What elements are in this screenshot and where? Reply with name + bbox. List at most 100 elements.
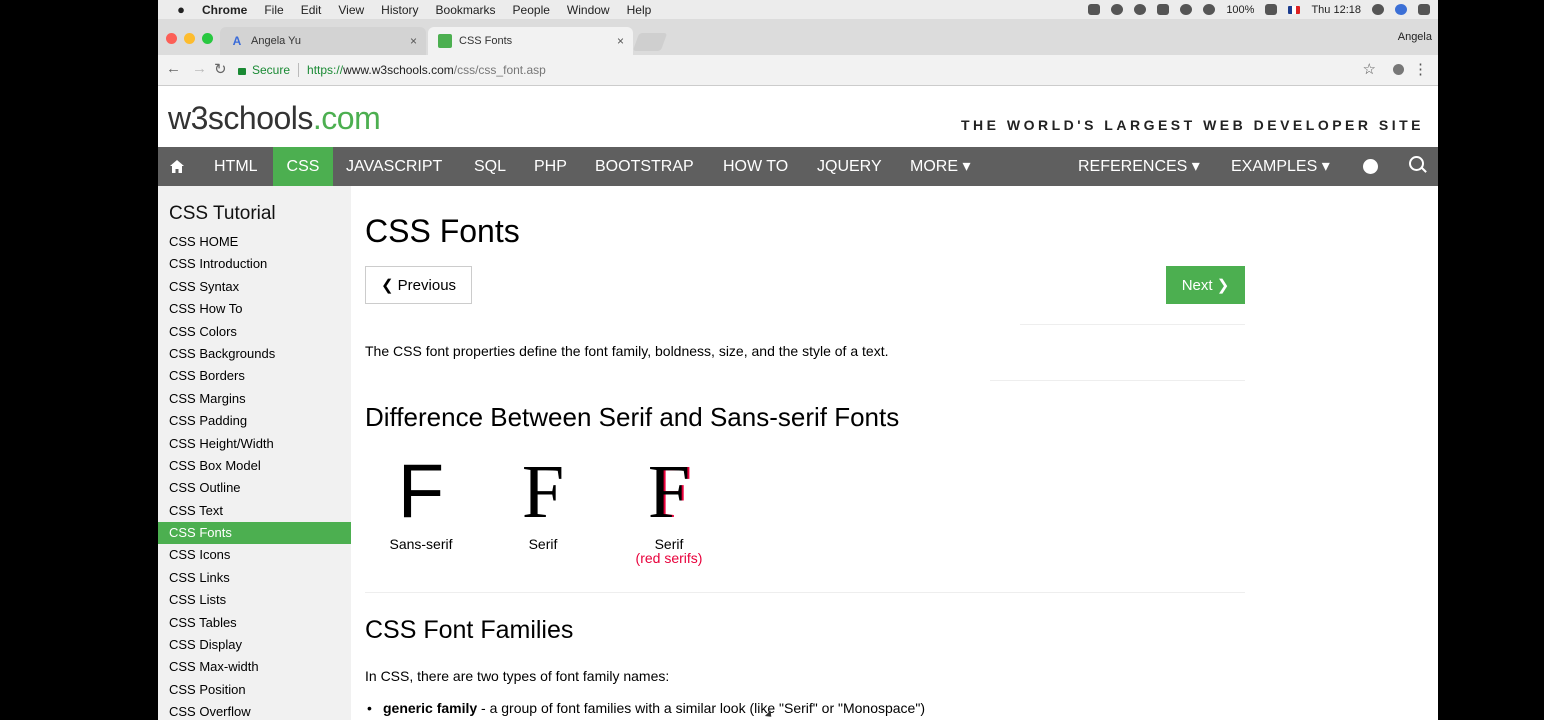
translate-nav-button[interactable] bbox=[1363, 147, 1378, 186]
top-navigation: HTML CSS JAVASCRIPT SQL PHP BOOTSTRAP HO… bbox=[158, 147, 1438, 186]
nav-bootstrap[interactable]: BOOTSTRAP bbox=[595, 147, 694, 186]
new-tab-button[interactable] bbox=[632, 33, 668, 51]
forward-arrow-icon[interactable]: → bbox=[192, 60, 207, 77]
menu-view[interactable]: View bbox=[338, 3, 364, 17]
red-serifs-note: (red serifs) bbox=[635, 550, 703, 566]
nav-javascript[interactable]: JAVASCRIPT bbox=[346, 147, 442, 186]
sidebar-item[interactable]: CSS Display bbox=[158, 634, 351, 656]
menu-window[interactable]: Window bbox=[567, 3, 610, 17]
omnibox[interactable]: Secure https:// www.w3schools.com /css/c… bbox=[238, 58, 1358, 82]
close-window-button[interactable] bbox=[166, 33, 177, 44]
font-demo-serif-red: F Serif (red serifs) bbox=[619, 454, 719, 566]
sidebar-item[interactable]: CSS Outline bbox=[158, 477, 351, 499]
sidebar-item[interactable]: CSS Tables bbox=[158, 612, 351, 634]
tab-angela-yu[interactable]: A Angela Yu × bbox=[220, 27, 426, 55]
previous-button[interactable]: ❮ Previous bbox=[365, 266, 472, 304]
nav-references[interactable]: REFERENCES ▾ bbox=[1078, 147, 1200, 186]
nav-sql[interactable]: SQL bbox=[474, 147, 506, 186]
menu-bookmarks[interactable]: Bookmarks bbox=[436, 3, 496, 17]
menu-help[interactable]: Help bbox=[627, 3, 652, 17]
chrome-menu-icon[interactable]: ⋮ bbox=[1413, 60, 1428, 78]
secure-label: Secure bbox=[252, 63, 291, 77]
divider bbox=[1020, 324, 1245, 325]
sidebar-item[interactable]: CSS Fonts bbox=[158, 522, 351, 545]
udemy-favicon-icon: A bbox=[232, 34, 242, 48]
sidebar-item[interactable]: CSS Backgrounds bbox=[158, 343, 351, 365]
input-source-flag-icon[interactable] bbox=[1288, 5, 1301, 14]
bookmark-star-icon[interactable]: ☆ bbox=[1363, 60, 1376, 78]
tab-close-icon[interactable]: × bbox=[617, 34, 624, 48]
sidebar-item[interactable]: CSS HOME bbox=[158, 231, 351, 253]
w3schools-logo[interactable]: w3schools.com bbox=[168, 100, 381, 137]
next-button[interactable]: Next ❯ bbox=[1166, 266, 1245, 304]
section-heading-serif: Difference Between Serif and Sans-serif … bbox=[365, 402, 900, 432]
sidebar-item[interactable]: CSS Overflow bbox=[158, 701, 351, 720]
nav-how-to[interactable]: HOW TO bbox=[723, 147, 788, 186]
sidebar-item[interactable]: CSS Height/Width bbox=[158, 433, 351, 455]
sidebar-item[interactable]: CSS Colors bbox=[158, 321, 351, 343]
menu-history[interactable]: History bbox=[381, 3, 418, 17]
menu-edit[interactable]: Edit bbox=[301, 3, 322, 17]
sidebar-item[interactable]: CSS Lists bbox=[158, 589, 351, 611]
sidebar-item[interactable]: CSS How To bbox=[158, 298, 351, 320]
sidebar-item[interactable]: CSS Links bbox=[158, 567, 351, 589]
sidebar-item[interactable]: CSS Margins bbox=[158, 388, 351, 410]
back-arrow-icon[interactable]: ← bbox=[166, 60, 181, 77]
sidebar-item[interactable]: CSS Syntax bbox=[158, 276, 351, 298]
menu-people[interactable]: People bbox=[513, 3, 550, 17]
sidebar-item[interactable]: CSS Text bbox=[158, 500, 351, 522]
display-icon[interactable] bbox=[1157, 4, 1170, 15]
nav-more[interactable]: MORE ▾ bbox=[910, 147, 970, 186]
tutorial-sidebar: CSS Tutorial CSS HOME CSS Introduction CSS… bbox=[158, 186, 351, 720]
window-controls bbox=[166, 33, 213, 44]
tab-css-fonts[interactable]: CSS Fonts × bbox=[428, 27, 633, 55]
search-nav-button[interactable] bbox=[1409, 147, 1424, 186]
notification-center-icon[interactable] bbox=[1418, 4, 1430, 15]
menubar-clock[interactable]: Thu 12:18 bbox=[1311, 4, 1361, 16]
profile-name[interactable]: Angela bbox=[1398, 31, 1432, 43]
demo-caption: Serif bbox=[528, 536, 558, 552]
sidebar-item[interactable]: CSS Borders bbox=[158, 365, 351, 387]
sidebar-item[interactable]: CSS Max-width bbox=[158, 656, 351, 678]
divider bbox=[365, 592, 1245, 593]
nav-html[interactable]: HTML bbox=[214, 147, 258, 186]
sidebar-item[interactable]: CSS Padding bbox=[158, 410, 351, 432]
sync-icon[interactable] bbox=[1111, 4, 1124, 15]
sidebar-item[interactable]: CSS Icons bbox=[158, 544, 351, 566]
sidebar-item[interactable]: CSS Box Model bbox=[158, 455, 351, 477]
lock-icon bbox=[238, 67, 246, 75]
menu-app-name[interactable]: Chrome bbox=[202, 3, 247, 17]
extension-icon[interactable] bbox=[1393, 64, 1404, 75]
sidebar-title: CSS Tutorial bbox=[169, 203, 276, 224]
cloud-icon[interactable] bbox=[1134, 4, 1147, 15]
nav-php[interactable]: PHP bbox=[534, 147, 567, 186]
home-nav-button[interactable] bbox=[158, 147, 196, 186]
tab-close-icon[interactable]: × bbox=[410, 34, 417, 48]
menu-file[interactable]: File bbox=[264, 3, 283, 17]
minimize-window-button[interactable] bbox=[184, 33, 195, 44]
siri-icon[interactable] bbox=[1395, 4, 1407, 15]
wifi-icon[interactable] bbox=[1203, 4, 1216, 15]
nav-examples[interactable]: EXAMPLES ▾ bbox=[1231, 147, 1330, 186]
zoom-window-button[interactable] bbox=[202, 33, 213, 44]
sidebar-item[interactable]: CSS Position bbox=[158, 679, 351, 701]
families-intro-text: In CSS, there are two types of font fami… bbox=[365, 668, 670, 684]
site-header: w3schools.com THE WORLD'S LARGEST WEB DE… bbox=[158, 86, 1438, 147]
browser-tab-bar: A Angela Yu × CSS Fonts × Angela bbox=[158, 19, 1438, 55]
tab-label: CSS Fonts bbox=[459, 35, 513, 47]
apple-icon[interactable]: ● bbox=[174, 2, 188, 17]
battery-icon[interactable] bbox=[1265, 4, 1278, 15]
spotlight-icon[interactable] bbox=[1372, 4, 1384, 15]
bullet-term: generic family bbox=[383, 700, 478, 716]
reload-icon[interactable]: ↻ bbox=[214, 60, 227, 78]
nav-jquery[interactable]: JQUERY bbox=[817, 147, 882, 186]
demo-glyph: F bbox=[397, 449, 445, 534]
bullet-dot: • bbox=[367, 700, 372, 716]
screen-record-icon[interactable] bbox=[1088, 4, 1101, 15]
url-protocol: https:// bbox=[307, 63, 344, 77]
intro-text: The CSS font properties define the font … bbox=[365, 343, 889, 359]
sidebar-list: CSS HOME CSS Introduction CSS Syntax CSS Ho… bbox=[158, 231, 351, 720]
dollar-icon[interactable] bbox=[1180, 4, 1193, 15]
sidebar-item[interactable]: CSS Introduction bbox=[158, 253, 351, 275]
nav-css[interactable]: CSS bbox=[273, 147, 333, 186]
